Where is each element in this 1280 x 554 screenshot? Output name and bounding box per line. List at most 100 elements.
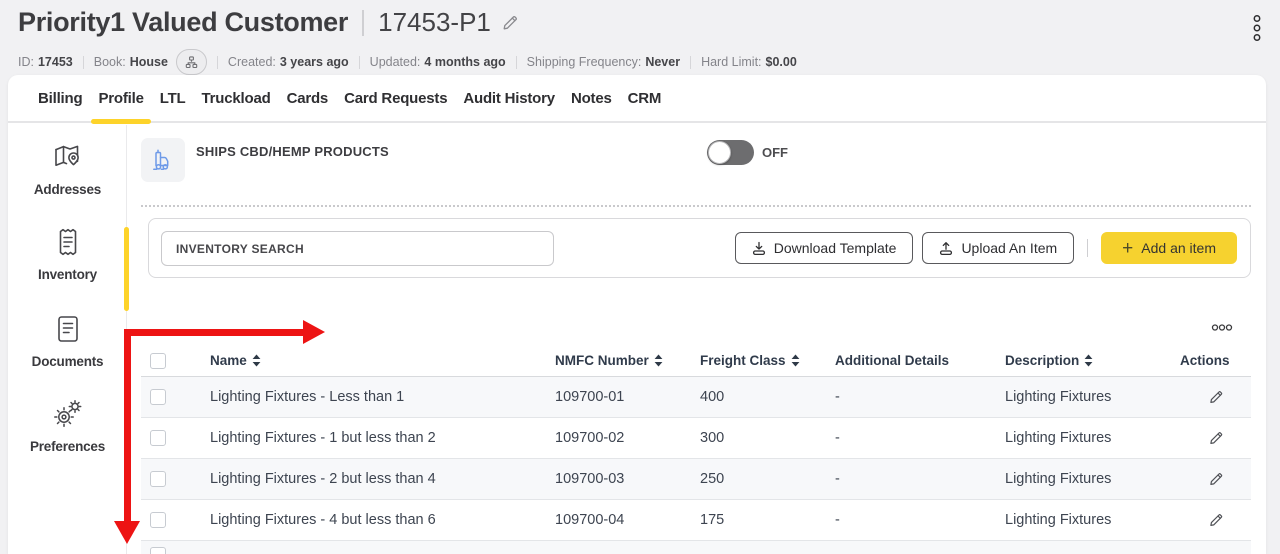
edit-customer-name-icon[interactable] <box>499 12 521 34</box>
upload-tray-icon <box>939 241 953 256</box>
cell-name: Lighting Fixtures - 4 but less than 6 <box>210 512 436 528</box>
tab-cards[interactable]: Cards <box>287 75 329 122</box>
sidebar-item-documents[interactable]: Documents <box>8 313 127 369</box>
edit-row-icon[interactable] <box>1206 387 1226 407</box>
gears-icon <box>52 398 84 430</box>
receipt-icon <box>53 226 83 258</box>
header-menu-icon[interactable] <box>1250 12 1264 44</box>
cbd-hemp-row: SHIPS CBD/HEMP PRODUCTS OFF <box>141 138 1251 182</box>
table-options-icon[interactable] <box>1209 321 1235 334</box>
download-tray-icon <box>752 241 766 256</box>
truck-icon <box>141 138 185 182</box>
active-section-indicator <box>124 227 129 311</box>
tab-ltl[interactable]: LTL <box>160 75 186 122</box>
annotation-arrow-vertical <box>124 329 131 522</box>
cell-additional-details: - <box>835 389 840 405</box>
table-row: Lighting Fixtures - 4 but less than 6 10… <box>141 500 1251 541</box>
row-checkbox[interactable] <box>150 547 166 554</box>
meta-book: Book: House <box>94 49 207 75</box>
customer-code: 17453-P1 <box>378 7 491 37</box>
row-checkbox[interactable] <box>150 512 166 528</box>
cell-freight-class: 400 <box>700 389 725 405</box>
customer-meta: ID: 17453 Book: House Created: 3 years a… <box>18 49 797 75</box>
meta-divider <box>690 55 692 69</box>
cbd-hemp-label: SHIPS CBD/HEMP PRODUCTS <box>196 144 389 159</box>
content-card: Billing Profile LTL Truckload Cards Card… <box>8 75 1266 554</box>
table-header-row: Name NMFC Number Freight Class Additiona… <box>141 345 1251 377</box>
meta-updated: Updated: 4 months ago <box>369 55 506 69</box>
tab-profile[interactable]: Profile <box>91 75 152 124</box>
meta-divider <box>358 55 360 69</box>
cell-nmfc: 109700-01 <box>555 389 625 405</box>
table-row-partial <box>141 541 1251 554</box>
cell-additional-details: - <box>835 512 840 528</box>
section-divider <box>141 205 1251 207</box>
column-header-nmfc[interactable]: NMFC Number <box>555 353 700 368</box>
toggle-knob <box>708 141 731 164</box>
sidebar-item-preferences[interactable]: Preferences <box>8 398 127 454</box>
add-item-button[interactable]: Add an item <box>1101 232 1237 264</box>
upload-item-button[interactable]: Upload An Item <box>922 232 1075 264</box>
tab-billing[interactable]: Billing <box>38 75 83 122</box>
column-header-name[interactable]: Name <box>210 353 555 368</box>
select-all-checkbox[interactable] <box>150 352 166 369</box>
column-header-additional-details: Additional Details <box>835 353 950 368</box>
column-header-actions: Actions <box>1180 353 1230 368</box>
row-checkbox[interactable] <box>150 430 166 446</box>
sort-arrows-icon <box>252 354 261 367</box>
meta-id: ID: 17453 <box>18 55 73 69</box>
cell-freight-class: 250 <box>700 471 725 487</box>
edit-row-icon[interactable] <box>1206 428 1226 448</box>
sort-arrows-icon <box>654 354 663 367</box>
tab-crm[interactable]: CRM <box>628 75 662 122</box>
cell-name: Lighting Fixtures - 1 but less than 2 <box>210 430 436 446</box>
column-header-freight-class[interactable]: Freight Class <box>700 353 835 368</box>
table-row: Lighting Fixtures - 1 but less than 2 10… <box>141 418 1251 459</box>
download-template-button[interactable]: Download Template <box>734 232 914 264</box>
meta-hard-limit: Hard Limit: $0.00 <box>701 55 797 69</box>
cell-freight-class: 175 <box>700 512 725 528</box>
cell-additional-details: - <box>835 430 840 446</box>
customer-page: Priority1 Valued Customer 17453-P1 ID: 1… <box>0 0 1280 554</box>
column-header-description[interactable]: Description <box>1005 353 1180 368</box>
page-title: Priority1 Valued Customer <box>18 7 349 37</box>
row-checkbox[interactable] <box>150 389 166 405</box>
cell-name: Lighting Fixtures - Less than 1 <box>210 389 405 405</box>
cell-nmfc: 109700-02 <box>555 430 625 446</box>
meta-shipping-frequency: Shipping Frequency: Never <box>526 55 681 69</box>
tab-truckload[interactable]: Truckload <box>202 75 271 122</box>
cell-freight-class: 300 <box>700 430 725 446</box>
cell-name: Lighting Fixtures - 2 but less than 4 <box>210 471 436 487</box>
title-divider <box>362 9 365 36</box>
customer-header: Priority1 Valued Customer 17453-P1 ID: 1… <box>0 0 1280 75</box>
row-checkbox[interactable] <box>150 471 166 487</box>
sidebar-item-addresses[interactable]: Addresses <box>8 141 127 197</box>
document-icon <box>53 313 83 345</box>
map-pin-icon <box>52 141 84 173</box>
table-row: Lighting Fixtures - 2 but less than 4 10… <box>141 459 1251 500</box>
org-chart-icon[interactable] <box>175 49 207 75</box>
button-divider <box>1087 239 1089 257</box>
inventory-table: Name NMFC Number Freight Class Additiona… <box>141 345 1251 554</box>
table-row: Lighting Fixtures - Less than 1 109700-0… <box>141 377 1251 418</box>
inventory-search-input[interactable] <box>161 231 554 266</box>
sidebar-item-inventory[interactable]: Inventory <box>8 226 127 282</box>
edit-row-icon[interactable] <box>1206 510 1226 530</box>
cbd-toggle[interactable] <box>707 140 754 165</box>
toggle-state-label: OFF <box>762 145 788 160</box>
edit-row-icon[interactable] <box>1206 469 1226 489</box>
meta-created: Created: 3 years ago <box>227 55 349 69</box>
cell-description: Lighting Fixtures <box>1005 512 1112 528</box>
meta-divider <box>82 55 84 69</box>
cell-description: Lighting Fixtures <box>1005 471 1112 487</box>
plus-icon <box>1122 239 1133 258</box>
tab-audit-history[interactable]: Audit History <box>463 75 555 122</box>
cell-description: Lighting Fixtures <box>1005 389 1112 405</box>
meta-divider <box>515 55 517 69</box>
annotation-arrow-horizontal <box>124 329 304 336</box>
tab-notes[interactable]: Notes <box>571 75 612 122</box>
annotation-arrowhead-right <box>303 320 325 344</box>
tab-card-requests[interactable]: Card Requests <box>344 75 447 122</box>
meta-divider <box>216 55 218 69</box>
cell-nmfc: 109700-04 <box>555 512 625 528</box>
